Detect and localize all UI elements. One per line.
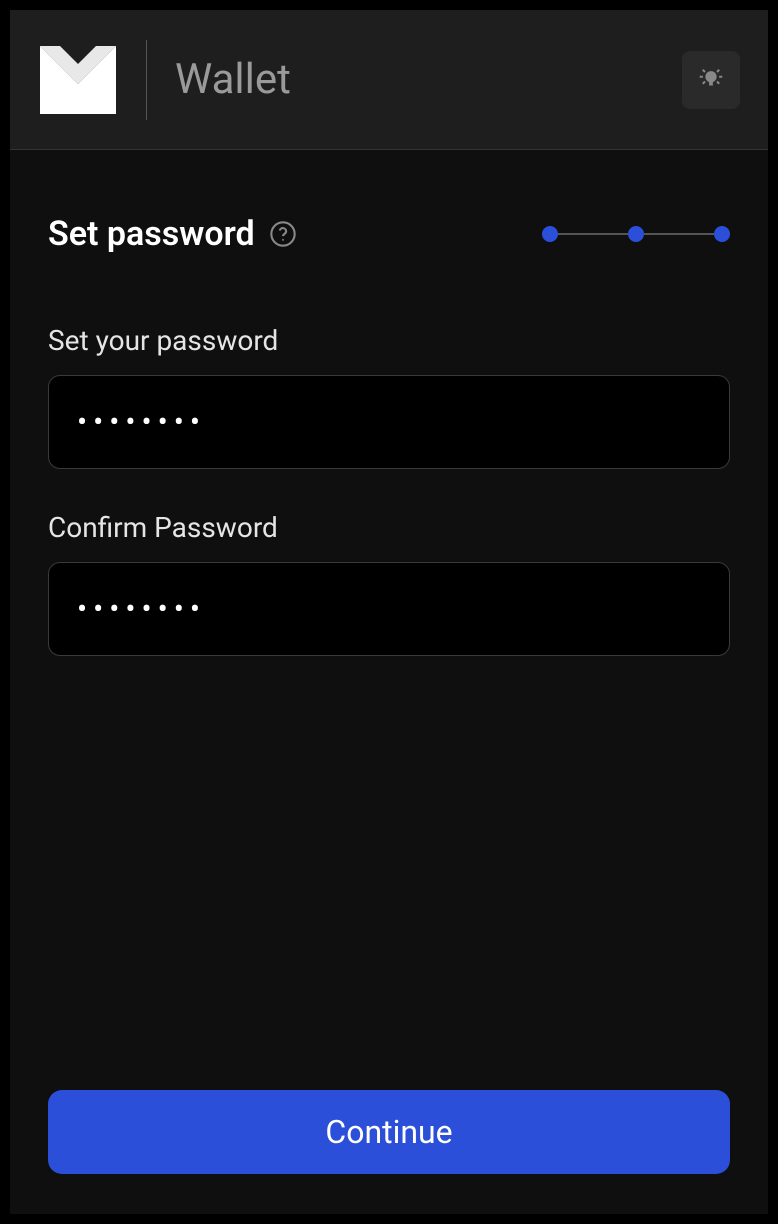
confirm-password-field-group: Confirm Password — [48, 511, 730, 656]
continue-button[interactable]: Continue — [48, 1090, 730, 1174]
password-label: Set your password — [48, 324, 730, 357]
confirm-password-input[interactable] — [48, 562, 730, 656]
password-form: Set your password Confirm Password — [48, 324, 730, 656]
password-field-group: Set your password — [48, 324, 730, 469]
help-icon[interactable] — [269, 220, 297, 248]
header-title: Wallet — [175, 55, 682, 104]
progress-stepper — [542, 226, 730, 242]
app-container: Wallet Set password — [0, 0, 778, 1224]
step-dot-2 — [628, 226, 644, 242]
step-line — [644, 233, 714, 235]
app-logo-icon — [38, 40, 118, 120]
main-content: Set password Set your passwor — [10, 150, 768, 1214]
password-input[interactable] — [48, 375, 730, 469]
step-dot-3 — [714, 226, 730, 242]
header: Wallet — [10, 10, 768, 150]
page-heading-row: Set password — [48, 214, 730, 254]
page-title: Set password — [48, 214, 255, 254]
step-dot-1 — [542, 226, 558, 242]
lightbulb-icon — [696, 63, 726, 97]
header-divider — [146, 40, 147, 120]
page-heading: Set password — [48, 214, 297, 254]
theme-toggle-button[interactable] — [682, 51, 740, 109]
spacer — [48, 656, 730, 1090]
step-line — [558, 233, 628, 235]
confirm-password-label: Confirm Password — [48, 511, 730, 544]
